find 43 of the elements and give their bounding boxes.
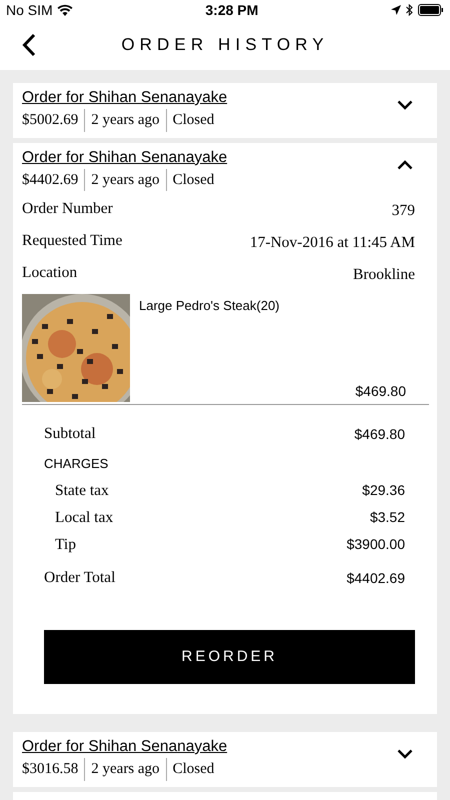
carrier-text: No SIM [6, 0, 53, 20]
charges-heading: CHARGES [44, 455, 108, 474]
charge-amount: $3900.00 [346, 535, 405, 554]
order-total: $4402.69 [22, 170, 80, 190]
page-title: ORDER HISTORY [121, 34, 329, 56]
chevron-down-icon [397, 100, 413, 110]
wifi-icon [56, 4, 73, 16]
chevron-up-icon [397, 160, 413, 170]
battery-icon [418, 4, 444, 16]
field-value: Brookline [353, 265, 415, 285]
charge-amount: $3.52 [370, 508, 405, 527]
order-title-link[interactable]: Order for Shihan Senanayake [22, 87, 228, 109]
bluetooth-icon [406, 4, 413, 16]
charge-label: Local tax [55, 508, 114, 528]
order-age: 2 years ago [84, 168, 166, 191]
total-amount: $4402.69 [346, 568, 405, 588]
order-status: Closed [166, 109, 220, 132]
item-name: Large Pedro's Steak(20) [139, 297, 281, 315]
charge-label: Tip [55, 534, 76, 555]
charge-label: State tax [55, 480, 109, 501]
order-status: Closed [166, 758, 220, 780]
field-value: 379 [392, 201, 415, 221]
field-label: Requested Time [22, 231, 122, 251]
order-status: Closed [166, 168, 220, 191]
order-title-link[interactable]: Order for Shihan Senanayake [22, 736, 228, 758]
chevron-down-icon [397, 749, 413, 759]
order-total: $5002.69 [22, 111, 80, 130]
back-chevron-icon [22, 33, 36, 57]
field-label: Order Number [22, 199, 113, 219]
charge-amount: $29.36 [362, 481, 405, 500]
item-price: $469.80 [355, 382, 406, 401]
subtotal-amount: $469.80 [354, 424, 405, 444]
reorder-button[interactable]: REORDER [44, 630, 415, 684]
order-age: 2 years ago [84, 109, 166, 132]
subtotal-label: Subtotal [44, 424, 96, 444]
location-arrow-icon [390, 5, 401, 15]
field-value: 17-Nov-2016 at 11:45 AM [250, 233, 415, 253]
clock-text: 3:28 PM [205, 0, 258, 20]
field-label: Location [22, 263, 78, 283]
order-title-link[interactable]: Order for Shihan Senanayake [22, 146, 228, 168]
total-label: Order Total [44, 568, 116, 588]
order-total: $3016.58 [22, 760, 80, 779]
order-age: 2 years ago [84, 758, 166, 780]
